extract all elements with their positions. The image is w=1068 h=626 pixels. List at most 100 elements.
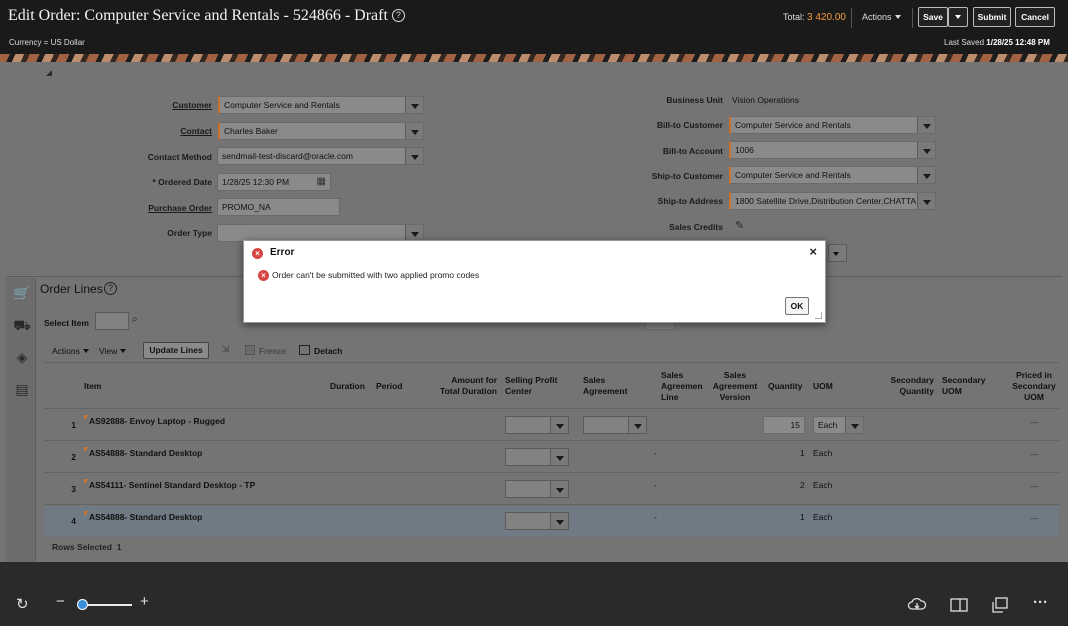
dropdown-icon[interactable] <box>845 417 863 433</box>
col-duration: Duration <box>330 381 365 391</box>
dropdown-icon[interactable] <box>628 416 647 434</box>
freeze-button[interactable]: Freeze <box>259 346 286 356</box>
dropdown-icon[interactable] <box>405 123 423 139</box>
ship-to-customer-field[interactable]: Computer Service and Rentals <box>729 166 936 184</box>
actions-label: Actions <box>52 346 80 356</box>
submit-button[interactable]: Submit <box>973 7 1011 27</box>
item-link[interactable]: AS54888- Standard Desktop <box>84 447 202 458</box>
copy-icon[interactable] <box>992 597 1008 613</box>
selling-profit-center-select[interactable] <box>505 480 569 498</box>
col-secondary-quantity: Secondary Quantity <box>880 375 934 397</box>
tag-icon[interactable]: ◈ <box>13 348 31 366</box>
dropdown-icon[interactable] <box>550 512 569 530</box>
ordered-date-field[interactable]: 1/28/25 12:30 PM ▦ <box>217 173 331 191</box>
help-icon[interactable]: ? <box>104 282 117 295</box>
sales-agreement-line-value: - <box>654 480 657 490</box>
cloud-download-icon[interactable] <box>907 597 927 612</box>
dropdown-icon[interactable] <box>917 117 935 133</box>
rows-selected-status: Rows Selected 1 <box>52 542 121 552</box>
truck-icon[interactable]: ⛟ <box>13 316 31 334</box>
more-options-icon[interactable]: ··· <box>1033 594 1048 611</box>
priced-in-secondary-value: — <box>1030 513 1039 523</box>
page-header: Edit Order: Computer Service and Rentals… <box>0 0 1068 54</box>
save-options-button[interactable] <box>948 7 968 27</box>
dropdown-icon[interactable] <box>550 480 569 498</box>
update-lines-button[interactable]: Update Lines <box>143 342 209 359</box>
dropdown-icon[interactable] <box>405 148 423 164</box>
sales-agreement-select[interactable] <box>583 416 647 434</box>
uom-value: Each <box>813 480 833 490</box>
chevron-down-icon <box>894 15 901 19</box>
item-link[interactable]: AS54111- Sentinel Standard Desktop - TP <box>84 479 255 490</box>
row-number: 4 <box>71 516 76 526</box>
pencil-icon[interactable]: ✎ <box>735 219 744 232</box>
view-menu[interactable]: View <box>99 346 127 356</box>
contact-method-value: sendmail-test-discard@oracle.com <box>222 151 353 161</box>
freeze-icon <box>245 345 255 355</box>
viewer-toolbar: ↻ − + ··· <box>0 562 1068 626</box>
calendar-icon[interactable]: ▦ <box>317 174 326 190</box>
sidebar-toggle-icon[interactable] <box>950 598 968 612</box>
selling-profit-center-select[interactable] <box>505 512 569 530</box>
ship-to-address-field[interactable]: 1800 Satellite Drive,Distribution Center… <box>729 192 936 210</box>
search-icon[interactable]: ⌕ <box>132 314 138 325</box>
col-sal-line2: Agreemen <box>661 381 703 391</box>
dropdown-icon[interactable] <box>550 416 569 434</box>
document-icon[interactable]: ▤ <box>13 380 31 398</box>
purchase-order-label[interactable]: Purchase Order <box>148 203 212 213</box>
quantity-value: 2 <box>800 480 805 490</box>
dropdown-icon[interactable] <box>405 97 423 113</box>
error-message: Order can't be submitted with two applie… <box>272 270 480 280</box>
contact-label[interactable]: Contact <box>180 126 212 136</box>
help-icon[interactable]: ? <box>391 9 405 22</box>
col-sav-line2: Agreement <box>712 381 758 391</box>
zoom-in-icon[interactable]: + <box>140 593 149 610</box>
detach-button[interactable]: Detach <box>314 346 342 356</box>
selling-profit-center-select[interactable] <box>505 448 569 466</box>
collapse-icon[interactable] <box>46 70 52 76</box>
zoom-slider-handle[interactable] <box>77 599 88 610</box>
item-link[interactable]: AS54888- Standard Desktop <box>84 511 202 522</box>
chevron-down-icon <box>82 349 89 353</box>
col-amount-line2: Total Duration <box>440 386 497 396</box>
cancel-button[interactable]: Cancel <box>1015 7 1055 27</box>
bill-to-account-field[interactable]: 1006 <box>729 141 936 159</box>
dropdown-icon[interactable] <box>550 448 569 466</box>
header-actions-menu[interactable]: Actions <box>862 12 901 22</box>
export-icon[interactable]: ⇲ <box>221 344 229 355</box>
bill-to-customer-label: Bill-to Customer <box>656 120 723 130</box>
bill-to-customer-field[interactable]: Computer Service and Rentals <box>729 116 936 134</box>
customer-field[interactable]: Computer Service and Rentals <box>218 96 424 114</box>
view-label: View <box>99 346 118 356</box>
dropdown-icon[interactable] <box>917 142 935 158</box>
customer-label[interactable]: Customer <box>172 100 212 110</box>
contact-field[interactable]: Charles Baker <box>218 122 424 140</box>
col-su-line2: UOM <box>942 386 962 396</box>
zoom-out-icon[interactable]: − <box>56 593 65 610</box>
order-total: Total: 3 420.00 <box>783 12 846 23</box>
item-link[interactable]: AS92888- Envoy Laptop - Rugged <box>84 415 225 426</box>
sales-agreement-line-value: - <box>654 448 657 458</box>
dropdown-icon[interactable] <box>917 193 935 209</box>
quantity-input[interactable]: 15 <box>763 416 805 434</box>
contact-method-field[interactable]: sendmail-test-discard@oracle.com <box>217 147 424 165</box>
resize-grip-icon[interactable] <box>815 312 822 319</box>
chevron-down-icon <box>833 252 839 256</box>
uom-select[interactable]: Each <box>813 416 864 434</box>
ok-button[interactable]: OK <box>785 297 809 315</box>
dropdown-icon[interactable] <box>917 167 935 183</box>
select-item-input[interactable] <box>95 312 129 330</box>
dropdown-icon[interactable] <box>828 244 847 262</box>
save-button[interactable]: Save <box>918 7 948 27</box>
detach-icon[interactable] <box>299 345 310 355</box>
actions-menu[interactable]: Actions <box>52 346 89 356</box>
divider <box>44 440 1059 441</box>
order-lines-title: Order Lines <box>40 282 103 296</box>
close-icon[interactable]: × <box>809 244 817 259</box>
purchase-order-field[interactable]: PROMO_NA <box>217 198 340 216</box>
cart-icon[interactable]: 🛒 <box>13 284 31 302</box>
contact-method-label: Contact Method <box>147 152 212 162</box>
selling-profit-center-select[interactable] <box>505 416 569 434</box>
divider <box>851 8 852 28</box>
refresh-icon[interactable]: ↻ <box>16 595 29 613</box>
